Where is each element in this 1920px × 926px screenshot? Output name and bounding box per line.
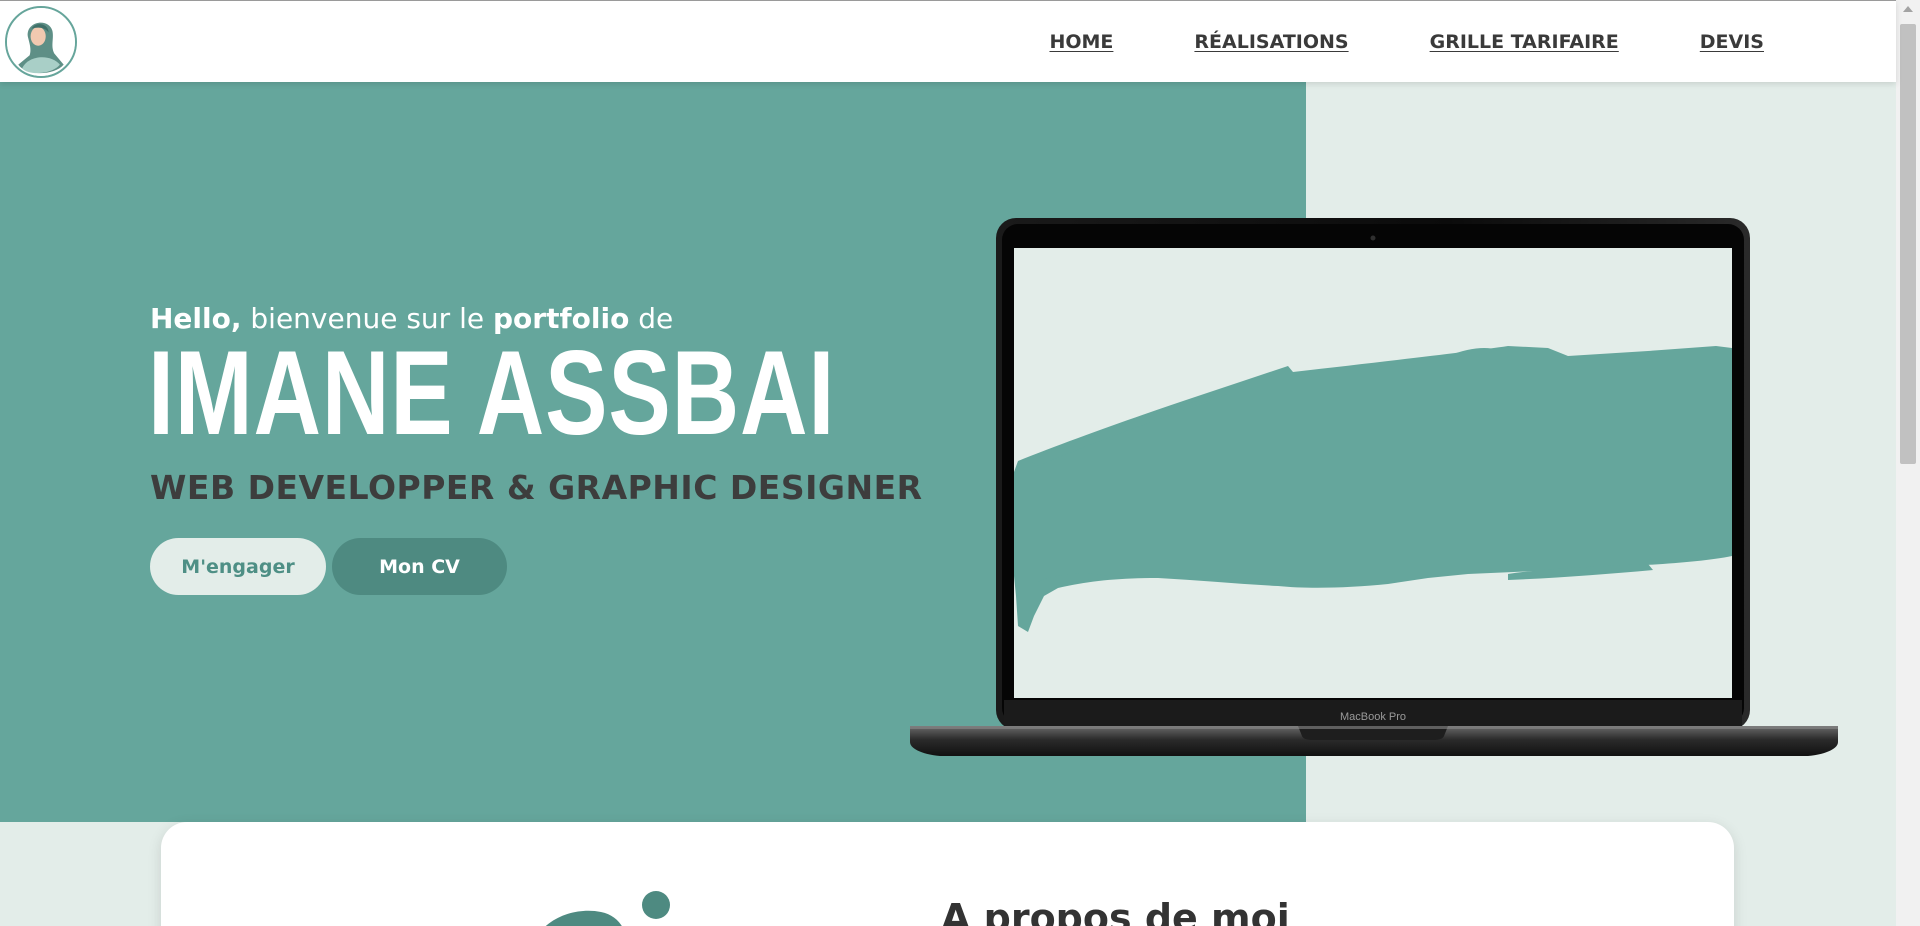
laptop-camera: [1370, 235, 1376, 241]
avatar-logo[interactable]: [5, 6, 77, 78]
site-header: HOME RÉALISATIONS GRILLE TARIFAIRE DEVIS: [0, 0, 1896, 82]
about-card: A propos de moi: [161, 822, 1734, 926]
main-nav: HOME RÉALISATIONS GRILLE TARIFAIRE DEVIS: [968, 1, 1764, 83]
nav-quote-link[interactable]: DEVIS: [1700, 31, 1764, 53]
about-illustration: [421, 872, 721, 926]
page-scrollbar[interactable]: [1896, 0, 1920, 926]
hero-name: IMANE ASSBAI: [148, 326, 836, 460]
scroll-up-arrow-icon[interactable]: [1903, 6, 1913, 12]
hire-me-button[interactable]: M'engager: [150, 538, 326, 595]
scrollbar-thumb[interactable]: [1900, 24, 1916, 464]
nav-home-link[interactable]: HOME: [1049, 31, 1113, 53]
laptop-illustration: MacBook Pro: [908, 216, 1840, 756]
nav-pricing-link[interactable]: GRILLE TARIFAIRE: [1430, 31, 1619, 53]
hero-subtitle: WEB DEVELOPPER & GRAPHIC DESIGNER: [150, 468, 923, 507]
cv-button[interactable]: Mon CV: [332, 538, 507, 595]
about-title: A propos de moi: [941, 896, 1290, 926]
avatar-icon: [7, 8, 75, 76]
nav-realisations-link[interactable]: RÉALISATIONS: [1194, 31, 1348, 53]
laptop-brand-label: MacBook Pro: [1340, 711, 1406, 723]
